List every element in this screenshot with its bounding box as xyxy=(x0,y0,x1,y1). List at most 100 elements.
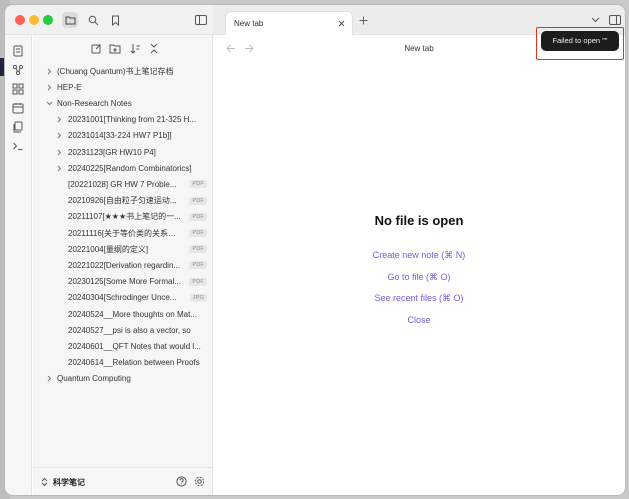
terminal-icon xyxy=(13,142,23,150)
folder-label[interactable]: 20231123[GR HW10 P4] xyxy=(68,148,156,157)
folder-item[interactable]: 20231014[33-224 HW7 P1b]] xyxy=(33,128,213,144)
app-window: (Chuang Quantum)书上笔记存档 HEP-E Non-Research … xyxy=(4,4,626,496)
graph-view-button[interactable] xyxy=(12,64,24,76)
file-item[interactable]: [20221028] GR HW 7 Proble... PDF xyxy=(33,176,213,192)
toggle-right-sidebar-button[interactable] xyxy=(609,14,621,26)
chevron-right-icon[interactable] xyxy=(55,132,63,140)
chevron-right-icon[interactable] xyxy=(45,375,53,383)
chevron-right-icon[interactable] xyxy=(55,116,63,124)
folder-label[interactable]: 20231001[Thinking from 21-325 H... xyxy=(68,115,196,124)
file-label[interactable]: 20240614__Relation between Proofs xyxy=(68,358,200,367)
collapse-all-button[interactable] xyxy=(147,41,161,55)
file-item[interactable]: 20240304[Schrodinger Unce... JPG xyxy=(33,290,213,306)
new-folder-button[interactable] xyxy=(108,41,122,55)
folder-item[interactable]: Non-Research Notes xyxy=(33,95,213,111)
folder-label[interactable]: 20231014[33-224 HW7 P1b]] xyxy=(68,131,172,140)
chevron-down-icon xyxy=(591,17,599,23)
file-item[interactable]: 20211107[★★★书上笔记的一... PDF xyxy=(33,209,213,225)
file-label[interactable]: 20230125[Some More Formal... xyxy=(68,277,181,286)
file-extension-badge: PDF xyxy=(189,261,207,270)
see-recent-files-link[interactable]: See recent files (⌘ O) xyxy=(213,293,625,304)
bookmark-icon xyxy=(111,15,119,26)
canvas-button[interactable] xyxy=(12,83,24,95)
file-explorer-toolbar xyxy=(33,41,213,57)
file-label[interactable]: 20211107[★★★书上笔记的一... xyxy=(68,211,181,222)
templates-icon xyxy=(13,121,23,133)
go-to-file-link[interactable]: Go to file (⌘ O) xyxy=(213,272,625,283)
new-note-button[interactable] xyxy=(89,41,103,55)
file-label[interactable]: 20210926[自由粒子匀速运动... xyxy=(68,195,176,206)
chevron-right-icon[interactable] xyxy=(55,148,63,156)
file-label[interactable]: 20240524__More thoughts on Mat... xyxy=(68,310,197,319)
folder-label[interactable]: 20240225[Random Combinatorics] xyxy=(68,164,192,173)
chevron-down-icon[interactable] xyxy=(45,99,53,107)
close-link[interactable]: Close xyxy=(213,315,625,325)
search-button[interactable] xyxy=(85,12,101,28)
close-tab-button[interactable] xyxy=(336,18,346,28)
tab-list-button[interactable] xyxy=(589,14,601,26)
file-extension-badge: PDF xyxy=(189,245,207,254)
folder-item[interactable]: (Chuang Quantum)书上笔记存档 xyxy=(33,63,213,79)
plus-icon xyxy=(359,16,367,24)
tab-new-tab[interactable]: New tab xyxy=(225,11,353,35)
folder-label[interactable]: Quantum Computing xyxy=(57,374,131,383)
file-item[interactable]: 20230125[Some More Formal... PDF xyxy=(33,274,213,290)
new-note-icon xyxy=(91,43,101,53)
file-item[interactable]: 20210926[自由粒子匀速运动... PDF xyxy=(33,193,213,209)
ribbon xyxy=(5,35,32,495)
vault-name[interactable]: 科学笔记 xyxy=(53,477,85,488)
file-item[interactable]: 20221022[Derivation regardin... PDF xyxy=(33,257,213,273)
close-icon xyxy=(338,20,344,26)
tab-label[interactable]: New tab xyxy=(234,19,263,28)
folder-item[interactable]: 20231123[GR HW10 P4] xyxy=(33,144,213,160)
folder-item[interactable]: HEP-E xyxy=(33,79,213,95)
templates-button[interactable] xyxy=(12,121,24,133)
zoom-window-button[interactable] xyxy=(43,15,53,25)
file-item[interactable]: 20240614__Relation between Proofs xyxy=(33,355,213,371)
file-label[interactable]: [20221028] GR HW 7 Proble... xyxy=(68,180,177,189)
collapse-all-icon xyxy=(150,43,158,53)
settings-gear-icon[interactable] xyxy=(194,476,205,487)
file-item[interactable]: 20240601__QFT Notes that would l... xyxy=(33,338,213,354)
file-explorer-button[interactable] xyxy=(62,12,78,28)
file-label[interactable]: 20221022[Derivation regardin... xyxy=(68,261,180,270)
help-icon[interactable] xyxy=(176,476,187,487)
create-new-note-link[interactable]: Create new note (⌘ N) xyxy=(213,250,625,261)
terminal-button[interactable] xyxy=(12,140,24,152)
chevron-right-icon[interactable] xyxy=(45,83,53,91)
sort-button[interactable] xyxy=(128,41,142,55)
quick-switcher-button[interactable] xyxy=(12,45,24,57)
file-switcher-icon xyxy=(13,45,23,57)
new-tab-button[interactable] xyxy=(357,14,369,26)
folder-item[interactable]: 20231001[Thinking from 21-325 H... xyxy=(33,112,213,128)
chevron-right-icon[interactable] xyxy=(45,67,53,75)
folder-label[interactable]: HEP-E xyxy=(57,83,81,92)
file-label[interactable]: 20211116[关于等价类的关系以... xyxy=(68,228,181,239)
daily-notes-button[interactable] xyxy=(12,102,24,114)
toggle-sidebar-button[interactable] xyxy=(193,12,209,28)
annotation-highlight-box xyxy=(536,27,624,60)
bookmarks-button[interactable] xyxy=(107,12,123,28)
file-item[interactable]: 20211116[关于等价类的关系以... PDF xyxy=(33,225,213,241)
folder-label[interactable]: (Chuang Quantum)书上笔记存档 xyxy=(57,66,173,77)
file-label[interactable]: 20240304[Schrodinger Unce... xyxy=(68,293,177,302)
file-item[interactable]: 20240524__More thoughts on Mat... xyxy=(33,306,213,322)
folder-label[interactable]: Non-Research Notes xyxy=(57,99,132,108)
chevron-updown-icon xyxy=(41,477,48,487)
vault-switcher[interactable]: 科学笔记 xyxy=(33,467,213,495)
folder-item[interactable]: Quantum Computing xyxy=(33,371,213,387)
sidebar-toggle-icon xyxy=(195,15,207,25)
sidebar-header xyxy=(5,5,213,35)
file-label[interactable]: 20221004[量纲的定义] xyxy=(68,244,148,255)
file-label[interactable]: 20240601__QFT Notes that would l... xyxy=(68,342,201,351)
chevron-right-icon[interactable] xyxy=(55,164,63,172)
canvas-icon xyxy=(12,83,24,95)
file-item[interactable]: 20221004[量纲的定义] PDF xyxy=(33,241,213,257)
close-window-button[interactable] xyxy=(15,15,25,25)
file-label[interactable]: 20240527__psi is also a vector, so xyxy=(68,326,191,335)
file-item[interactable]: 20240527__psi is also a vector, so xyxy=(33,322,213,338)
file-extension-badge: PDF xyxy=(189,196,207,205)
folder-item[interactable]: 20240225[Random Combinatorics] xyxy=(33,160,213,176)
file-extension-badge: PDF xyxy=(189,277,207,286)
minimize-window-button[interactable] xyxy=(29,15,39,25)
